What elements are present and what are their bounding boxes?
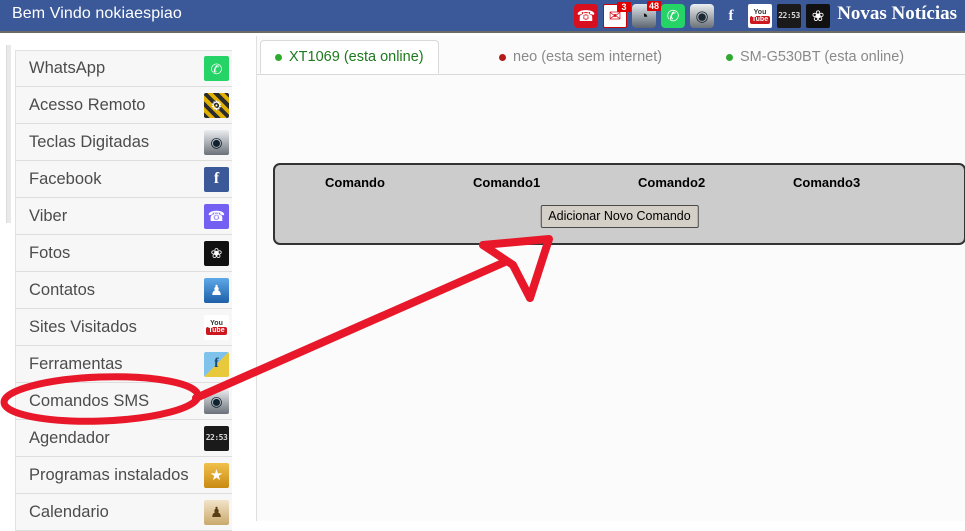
device-tab-label: SM-G530BT (esta online) xyxy=(740,49,905,65)
main-content: XT1069 (esta online) neo (esta sem intern… xyxy=(256,36,965,521)
whatsapp-icon: ✆ xyxy=(204,56,229,81)
sidebar-item-label: WhatsApp xyxy=(29,59,106,77)
playboy-glyph: ❀ xyxy=(811,7,825,25)
sidebar-scroll-track[interactable] xyxy=(6,45,11,223)
sidebar-item-label: Contatos xyxy=(29,280,96,299)
device-tab-1[interactable]: neo (esta sem internet) xyxy=(485,40,676,74)
facebook-icon-glyph: f xyxy=(213,170,220,187)
clock-icon: 22:53 xyxy=(204,425,229,451)
top-header-bar: Bem Vindo nokiaespiao ☎ ✉ 3 ◔ 48 ✆ ◉ f Y… xyxy=(0,0,965,33)
youtube-top-text: You xyxy=(753,8,767,16)
sidebar-item-label: Teclas Digitadas xyxy=(29,132,150,151)
camera-icon: ◉ xyxy=(204,388,229,414)
status-dot-online xyxy=(275,53,282,61)
device-tab-label: neo (esta sem internet) xyxy=(513,49,663,65)
sidebar-item-viber[interactable]: Viber ☎ xyxy=(15,198,232,235)
cube-icon-glyph: f xyxy=(214,356,219,371)
command-panel: Comando Comando1 Comando2 Comando3 Adiciona… xyxy=(273,163,965,245)
camera-glyph: ◉ xyxy=(695,7,709,25)
sidebar-item-contatos[interactable]: Contatos ♟ xyxy=(15,272,232,309)
welcome-message: Bem Vindo nokiaespiao xyxy=(12,5,182,22)
phone-glyph: ☎ xyxy=(576,7,596,25)
status-dot-offline xyxy=(499,53,506,61)
star-icon-glyph: ★ xyxy=(209,466,224,484)
sidebar-item-label: Sites Visitados xyxy=(29,317,137,336)
sidebar-item-label: Programas instalados xyxy=(29,465,189,484)
sidebar-item-label: Acesso Remoto xyxy=(29,95,146,114)
playboy-icon-glyph: ❀ xyxy=(210,245,223,261)
command-column-headers: Comando Comando1 Comando2 Comando3 xyxy=(275,175,964,190)
youtube-icon[interactable]: You Tube xyxy=(748,4,772,28)
sidebar-item-label: Facebook xyxy=(29,169,102,188)
sidebar-item-agendador[interactable]: Agendador 22:53 xyxy=(15,420,232,457)
camera-icon-glyph: ◉ xyxy=(210,393,223,409)
whatsapp-glyph: ✆ xyxy=(666,7,680,25)
speedometer-icon[interactable]: ◔ 48 xyxy=(632,1,661,28)
clock-icon[interactable]: 22:53 xyxy=(777,4,801,28)
camera-icon-glyph: ◉ xyxy=(210,134,223,150)
mail-badge: 3 xyxy=(617,2,631,12)
speedometer-badge: 48 xyxy=(646,1,661,11)
sidebar-item-acesso-remoto[interactable]: Acesso Remoto ⚙ xyxy=(15,87,232,124)
sidebar-item-label: Viber xyxy=(29,206,68,225)
sidebar-item-sites-visitados[interactable]: Sites Visitados You Tube xyxy=(15,309,232,346)
status-dot-online xyxy=(726,53,733,61)
sidebar-item-label: Agendador xyxy=(29,428,110,447)
facebook-icon[interactable]: f xyxy=(719,4,743,28)
sidebar-item-comandos-sms[interactable]: Comandos SMS ◉ xyxy=(15,383,232,420)
viber-icon-glyph: ☎ xyxy=(207,208,226,224)
gear-icon: ⚙ xyxy=(204,92,229,118)
sidebar-item-label: Fotos xyxy=(29,243,71,262)
header-icon-tray: ☎ ✉ 3 ◔ 48 ✆ ◉ f You Tube 22:53 ❀ xyxy=(574,1,830,30)
sidebar-menu: WhatsApp ✆ Acesso Remoto ⚙ Teclas Digitadas ◉… xyxy=(15,50,232,531)
youtube-top-text: You xyxy=(210,319,223,327)
facebook-glyph: f xyxy=(728,7,734,24)
command-column-header: Comando1 xyxy=(473,175,541,190)
sidebar-item-ferramentas[interactable]: Ferramentas f xyxy=(15,346,232,383)
phone-icon[interactable]: ☎ xyxy=(574,4,598,28)
mail-icon[interactable]: ✉ 3 xyxy=(603,2,631,28)
device-tab-2[interactable]: SM-G530BT (esta online) xyxy=(712,40,918,74)
add-new-command-button[interactable]: Adicionar Novo Comando xyxy=(540,205,699,228)
device-tab-0[interactable]: XT1069 (esta online) xyxy=(260,40,439,74)
device-tab-strip: XT1069 (esta online) neo (esta sem intern… xyxy=(257,36,965,75)
whatsapp-icon[interactable]: ✆ xyxy=(661,4,685,28)
news-link[interactable]: Novas Notícias xyxy=(837,3,957,25)
viber-icon: ☎ xyxy=(204,203,229,229)
sidebar-item-facebook[interactable]: Facebook f xyxy=(15,161,232,198)
cube-icon: f xyxy=(204,351,229,377)
camera-icon: ◉ xyxy=(204,129,229,155)
calendar-icon-glyph: ♟ xyxy=(210,504,223,520)
sidebar-item-whatsapp[interactable]: WhatsApp ✆ xyxy=(15,50,232,87)
command-column-header: Comando xyxy=(325,175,385,190)
contact-icon-glyph: ♟ xyxy=(210,282,223,298)
clock-time: 22:53 xyxy=(778,11,800,20)
playboy-icon[interactable]: ❀ xyxy=(806,4,830,28)
gear-icon-glyph: ⚙ xyxy=(210,97,223,113)
device-tab-label: XT1069 (esta online) xyxy=(289,49,424,65)
sidebar-item-label: Ferramentas xyxy=(29,354,123,373)
command-column-header: Comando2 xyxy=(638,175,706,190)
sidebar-item-calendario[interactable]: Calendario ♟ xyxy=(15,494,232,531)
clock-icon-glyph: 22:53 xyxy=(205,433,228,442)
youtube-icon: You Tube xyxy=(204,314,229,340)
sidebar-item-programas-instalados[interactable]: Programas instalados ★ xyxy=(15,457,232,494)
youtube-bottom-text: Tube xyxy=(749,15,771,24)
command-column-header: Comando3 xyxy=(793,175,861,190)
sidebar-item-label: Calendario xyxy=(29,502,109,521)
facebook-icon: f xyxy=(204,166,229,192)
sidebar-item-fotos[interactable]: Fotos ❀ xyxy=(15,235,232,272)
contact-icon: ♟ xyxy=(204,277,229,303)
camera-icon[interactable]: ◉ xyxy=(690,4,714,28)
playboy-icon: ❀ xyxy=(204,240,229,266)
sidebar-item-label: Comandos SMS xyxy=(29,391,150,410)
youtube-bottom-text: Tube xyxy=(206,326,227,335)
sidebar-item-teclas-digitadas[interactable]: Teclas Digitadas ◉ xyxy=(15,124,232,161)
whatsapp-icon-glyph: ✆ xyxy=(210,60,223,77)
star-icon: ★ xyxy=(204,462,229,488)
